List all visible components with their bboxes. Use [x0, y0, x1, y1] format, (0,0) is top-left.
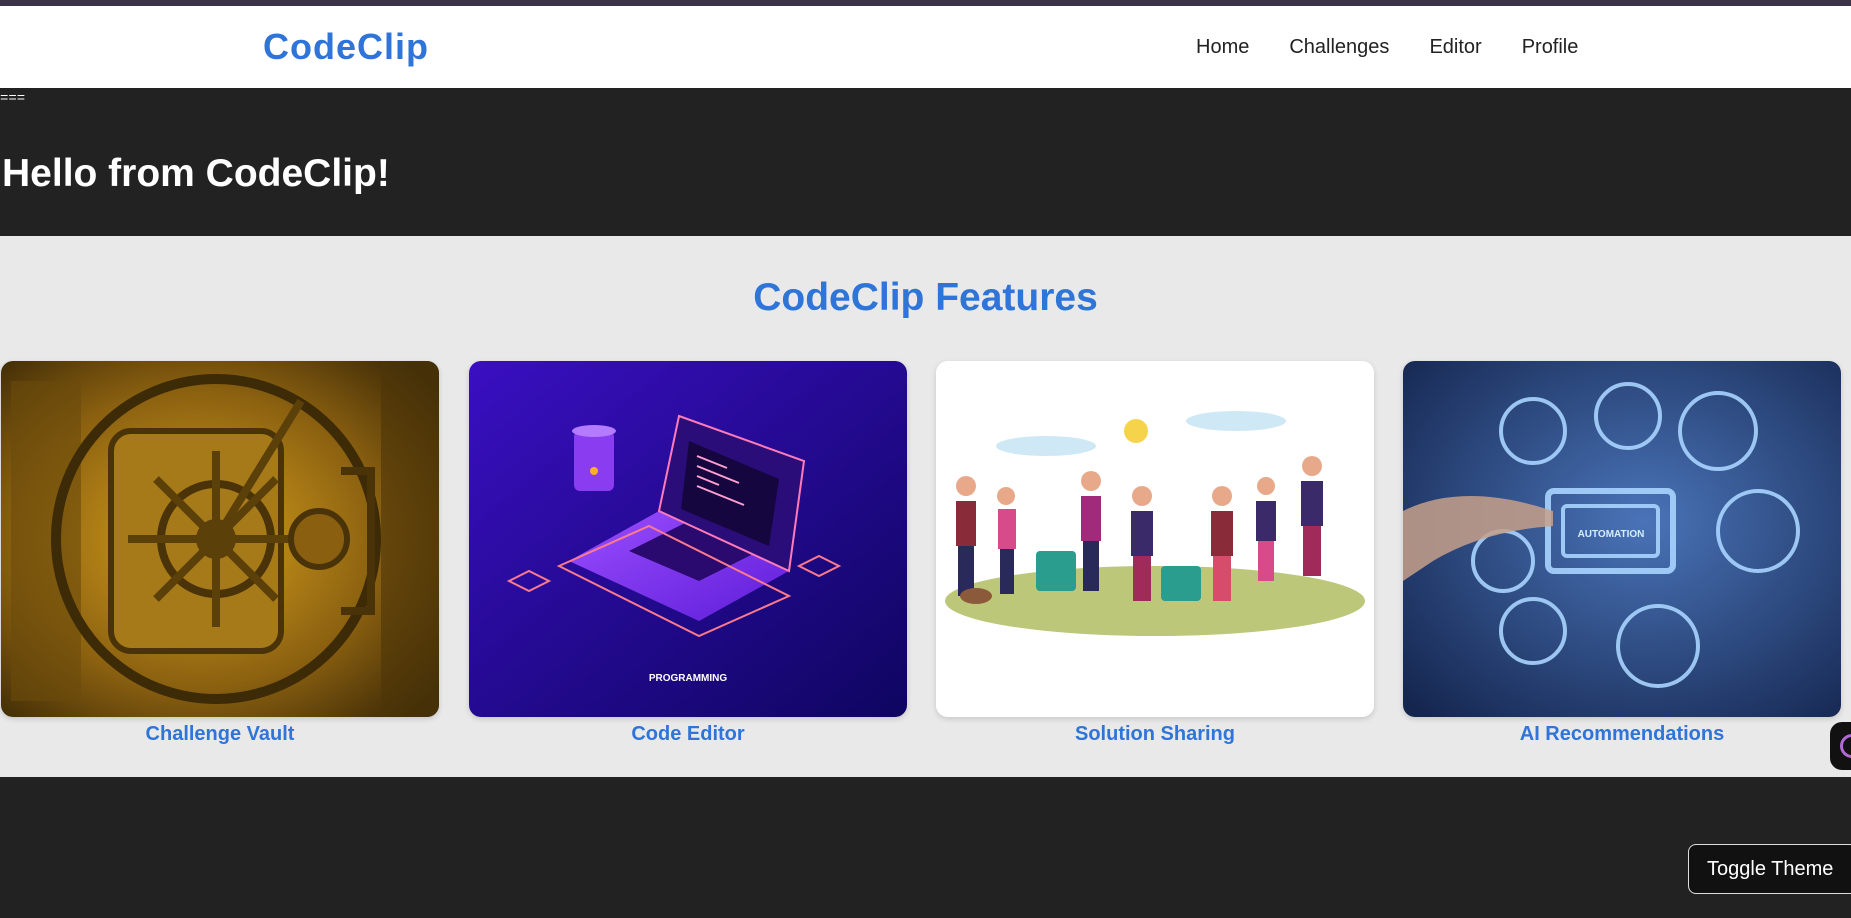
- card-label[interactable]: Code Editor: [469, 723, 907, 746]
- image-caption: PROGRAMMING: [649, 673, 728, 684]
- card-label[interactable]: AI Recommendations: [1403, 723, 1841, 746]
- stray-text: ===: [0, 91, 26, 107]
- features-section: CodeClip Features Challenge Vault PROGRA…: [0, 236, 1851, 777]
- card-label[interactable]: Challenge Vault: [1, 723, 439, 746]
- laptop-image: PROGRAMMING: [469, 361, 907, 717]
- nav-link-home[interactable]: Home: [1196, 36, 1249, 59]
- footer: Toggle Theme: [0, 777, 1851, 918]
- feature-card-ai-recommendations[interactable]: AUTOMATION AI Recommendations: [1403, 361, 1841, 746]
- features-title: CodeClip Features: [753, 276, 1098, 319]
- nav-link-profile[interactable]: Profile: [1522, 36, 1579, 59]
- toggle-theme-button[interactable]: Toggle Theme: [1688, 844, 1851, 894]
- image-caption: AUTOMATION: [1578, 529, 1645, 540]
- people-image: [936, 361, 1374, 717]
- navbar: CodeClip Home Challenges Editor Profile: [0, 6, 1851, 88]
- nav-link-challenges[interactable]: Challenges: [1289, 36, 1389, 59]
- ai-image: AUTOMATION: [1403, 361, 1841, 717]
- feature-card-code-editor[interactable]: PROGRAMMING Code Editor: [469, 361, 907, 746]
- vault-image: [1, 361, 439, 717]
- feature-card-challenge-vault[interactable]: Challenge Vault: [1, 361, 439, 746]
- nav-link-editor[interactable]: Editor: [1429, 36, 1481, 59]
- assistant-icon: [1840, 734, 1851, 758]
- card-label[interactable]: Solution Sharing: [936, 723, 1374, 746]
- hero-title: Hello from CodeClip!: [2, 152, 390, 195]
- nav-links: Home Challenges Editor Profile: [1196, 36, 1618, 59]
- floating-assistant-button[interactable]: [1830, 722, 1851, 770]
- hero-section: === Hello from CodeClip!: [0, 88, 1851, 236]
- feature-card-solution-sharing[interactable]: Solution Sharing: [936, 361, 1374, 746]
- brand-logo[interactable]: CodeClip: [263, 26, 429, 68]
